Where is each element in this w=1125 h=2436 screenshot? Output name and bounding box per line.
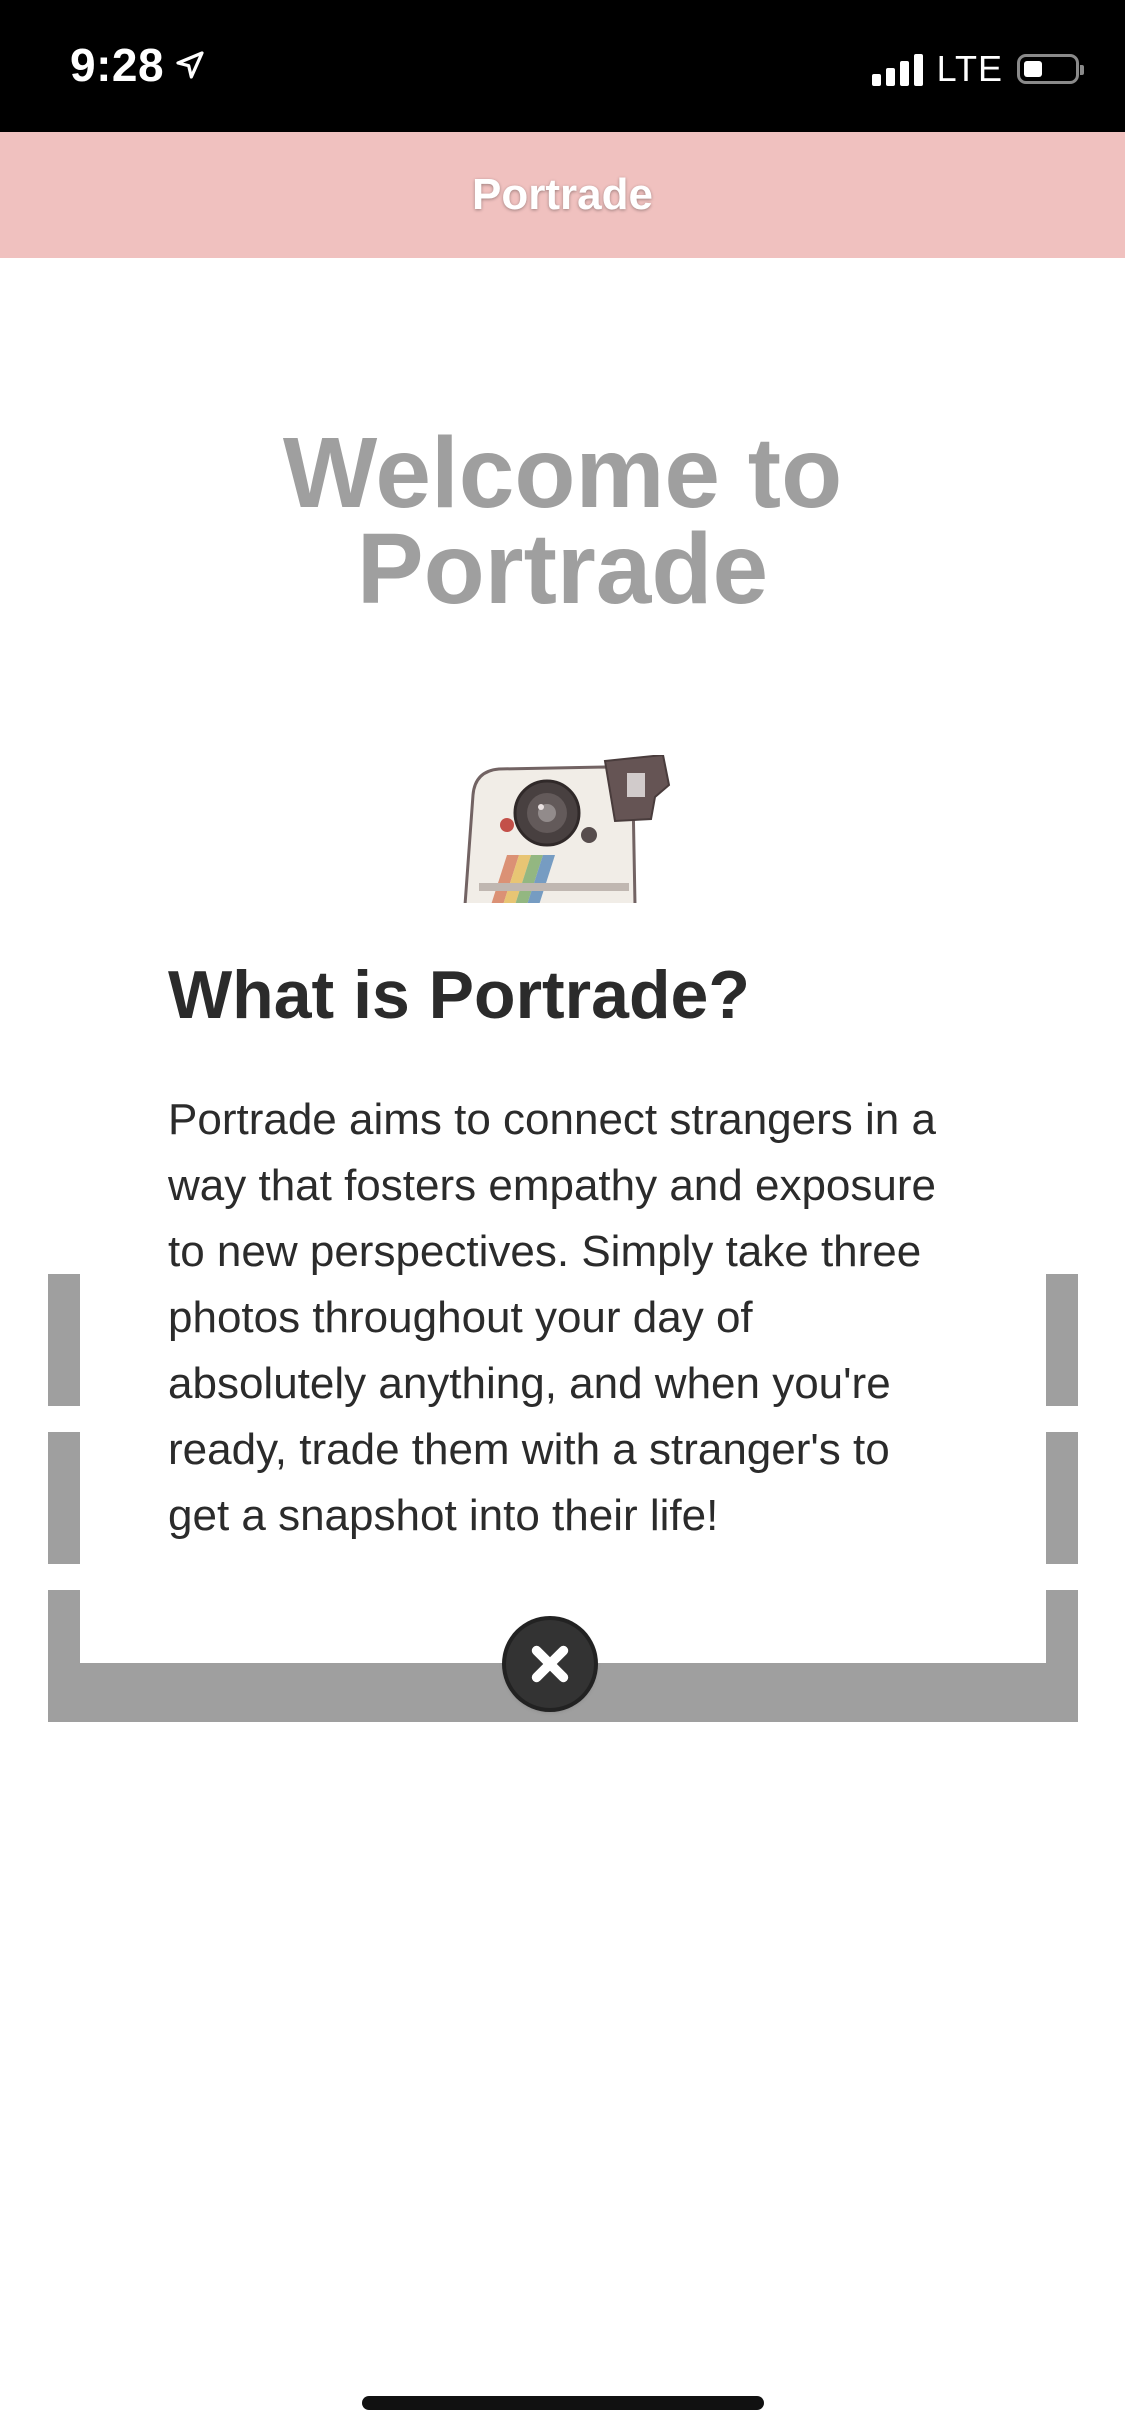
location-arrow-icon [176,51,204,79]
battery-icon [1017,54,1084,84]
info-modal: What is Portrade? Portrade aims to conne… [80,903,1046,1663]
close-icon [531,1645,569,1683]
status-time-text: 9:28 [70,39,165,91]
signal-icon [871,52,923,86]
status-indicators: LTE [871,48,1084,90]
status-bar: 9:28 LTE [0,0,1125,132]
network-label: LTE [936,48,1003,89]
app-header-title: Portrade [472,170,653,219]
modal-title: What is Portrade? [168,957,750,1033]
home-indicator[interactable] [362,2396,764,2410]
app-header: Portrade [0,132,1125,258]
modal-body: Portrade aims to connect strangers in a … [168,1095,936,1540]
status-time: 9:28 [70,38,206,92]
close-modal-button[interactable] [506,1620,594,1708]
screen: 9:28 LTE Portrade Welcome to Portrade Wh… [0,0,1125,2436]
